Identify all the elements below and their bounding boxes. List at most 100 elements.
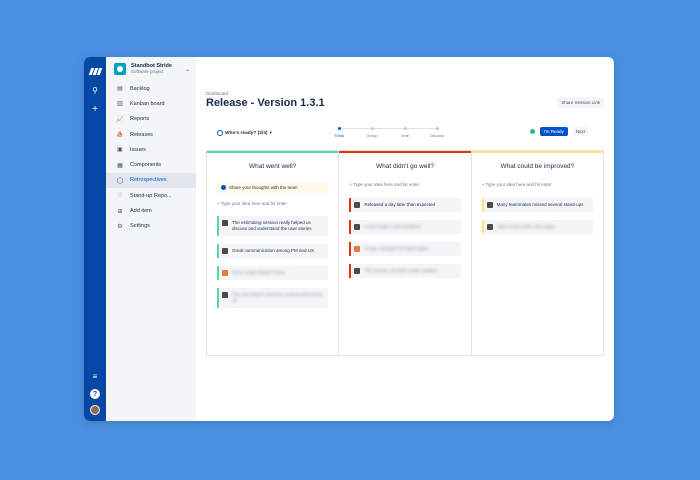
idea-card[interactable]: Released a day later than expected [349,198,461,212]
idea-card-text: The estimating session really helped us … [232,220,312,231]
step-vote[interactable]: Vote [390,127,420,138]
whos-ready-dropdown[interactable]: Who's ready? (2/3) ▾ [217,130,272,136]
sidebar-item-settings[interactable]: ⚙ Settings [106,219,196,234]
board-column: What could be improved? + Type your idea … [471,151,603,355]
step-label: Vote [400,133,409,138]
app-window: ⚲ + ≡ ? Standbot Stride Software project… [84,57,614,421]
idea-card-text: Take a look at the new pages [496,224,555,229]
sidebar-item-reports[interactable]: 📈 Reports [106,112,196,127]
im-ready-button[interactable]: I'm Ready [539,127,568,136]
phase-stepper: Think Group Vote Discuss [324,127,444,141]
ready-controls: I'm Ready Next [529,127,588,136]
sidebar-item-icon: ◯ [116,177,124,184]
sidebar-item-components[interactable]: ▦ Components [106,157,196,172]
idea-card-text: Released a day later than expected [364,202,436,207]
chevron-down-icon[interactable]: ⌄ [185,66,190,73]
idea-card-text: Scope changed mid sprint again [364,246,429,251]
sidebar-item-releases[interactable]: ⛵ Releases [106,127,196,142]
sidebar-item-label: Stand-up Repo... [130,192,172,199]
chevron-down-icon: ▾ [269,130,272,136]
idea-card-text: It was tough to get feedback [364,224,421,229]
project-type: Software project [131,69,164,74]
column-color-bar [471,151,603,153]
ready-status-icon [529,129,535,134]
idea-card[interactable]: The release checklist needs updates [349,264,461,278]
author-avatar [222,292,228,298]
author-avatar [354,246,361,252]
share-session-button[interactable]: Share Session Link [557,97,604,108]
column-color-bar [207,151,339,153]
people-icon [217,130,223,136]
search-icon[interactable]: ⚲ [89,84,101,96]
idea-card[interactable]: Many teammates missed several stand-ups [481,198,593,212]
help-icon[interactable]: ? [90,389,100,399]
project-sidebar: Standbot Stride Software project ⌄ ▤ Back… [106,57,196,421]
info-icon [221,185,226,190]
sidebar-item-icon: ▦ [117,162,123,169]
idea-card[interactable]: The new branch structure worked well acr… [217,288,329,308]
author-avatar [222,220,228,226]
menu-icon[interactable]: ≡ [89,370,101,382]
step-dot-icon [435,127,439,130]
retro-board: What went well? Share your thoughts with … [206,150,604,356]
sidebar-item-add-item[interactable]: ⊞ Add item [106,203,196,218]
sidebar-item-icon: ▤ [117,86,123,93]
board-column: What went well? Share your thoughts with … [207,151,340,355]
idea-card[interactable]: It was tough to get feedback [349,220,461,234]
step-discuss[interactable]: Discuss [422,127,452,138]
sidebar-item-icon: 📈 [116,116,124,123]
sidebar-item-stand-up-repo[interactable]: ♡ Stand-up Repo... [106,188,196,203]
breadcrumb[interactable]: Dashboard [206,91,604,96]
board-column: What didn't go well? + Type your idea her… [339,151,472,355]
column-title: What went well? [249,163,297,170]
idea-card-text: The release checklist needs updates [364,268,438,273]
sidebar-item-issues[interactable]: ▣ Issues [106,142,196,157]
author-avatar [354,202,361,208]
author-avatar [222,248,228,254]
idea-card[interactable]: Scope changed mid sprint again [349,242,461,256]
app-logo-icon[interactable] [88,65,102,77]
add-idea-input[interactable]: + Type your idea here and hit enter [349,182,460,187]
column-color-bar [339,151,471,153]
next-button[interactable]: Next [572,127,588,136]
idea-card-text: Great communication among PM and UX [232,248,315,253]
session-controls: Who's ready? (2/3) ▾ Think Group Vote Discu… [206,127,604,139]
column-title: What didn't go well? [376,163,434,170]
sidebar-item-label: Issues [130,146,146,153]
page-title: Release - Version 1.3.1 [206,97,325,109]
add-idea-input[interactable]: + Type your idea here and hit enter [482,182,593,187]
hint-banner: Share your thoughts with the team [217,182,329,193]
sidebar-item-label: Retrospectives [130,177,167,184]
author-avatar [354,268,361,274]
step-label: Discuss [429,133,444,138]
sidebar-item-retrospectives[interactable]: ◯ Retrospectives [106,172,196,189]
idea-card-text: Many teammates missed several stand-ups [496,202,584,207]
global-nav: ⚲ + ≡ ? [84,57,106,421]
idea-card[interactable]: Take a look at the new pages [481,220,593,234]
sidebar-item-label: Settings [130,223,150,230]
author-avatar [486,224,493,230]
step-group[interactable]: Group [357,127,387,138]
project-switcher[interactable]: Standbot Stride Software project ⌄ [106,63,196,81]
sidebar-item-label: Reports [130,116,150,123]
sidebar-item-backlog[interactable]: ▤ Backlog [106,81,196,96]
idea-card[interactable]: The estimating session really helped us … [217,216,329,236]
sidebar-item-label: Kanban board [130,100,165,107]
column-title: What could be improved? [500,163,575,170]
idea-card-text: Demo ready ahead of time [232,270,286,275]
sidebar-item-label: Backlog [130,85,150,92]
sidebar-item-kanban-board[interactable]: ▥ Kanban board [106,96,196,111]
step-think[interactable]: Think [324,127,354,138]
sidebar-item-icon: ⊞ [117,208,123,215]
whos-ready-label: Who's ready? (2/3) [225,130,268,136]
idea-card[interactable]: Demo ready ahead of time [217,266,329,280]
step-dot-icon [337,127,341,130]
project-avatar-icon [114,63,126,75]
sidebar-item-icon: ⚙ [117,223,123,230]
create-icon[interactable]: + [89,103,101,115]
step-label: Group [366,133,378,138]
sidebar-item-icon: ▣ [117,147,123,154]
add-idea-input[interactable]: + Type your idea here and hit enter [217,201,328,206]
user-avatar[interactable] [90,405,100,415]
idea-card[interactable]: Great communication among PM and UX [217,244,329,258]
